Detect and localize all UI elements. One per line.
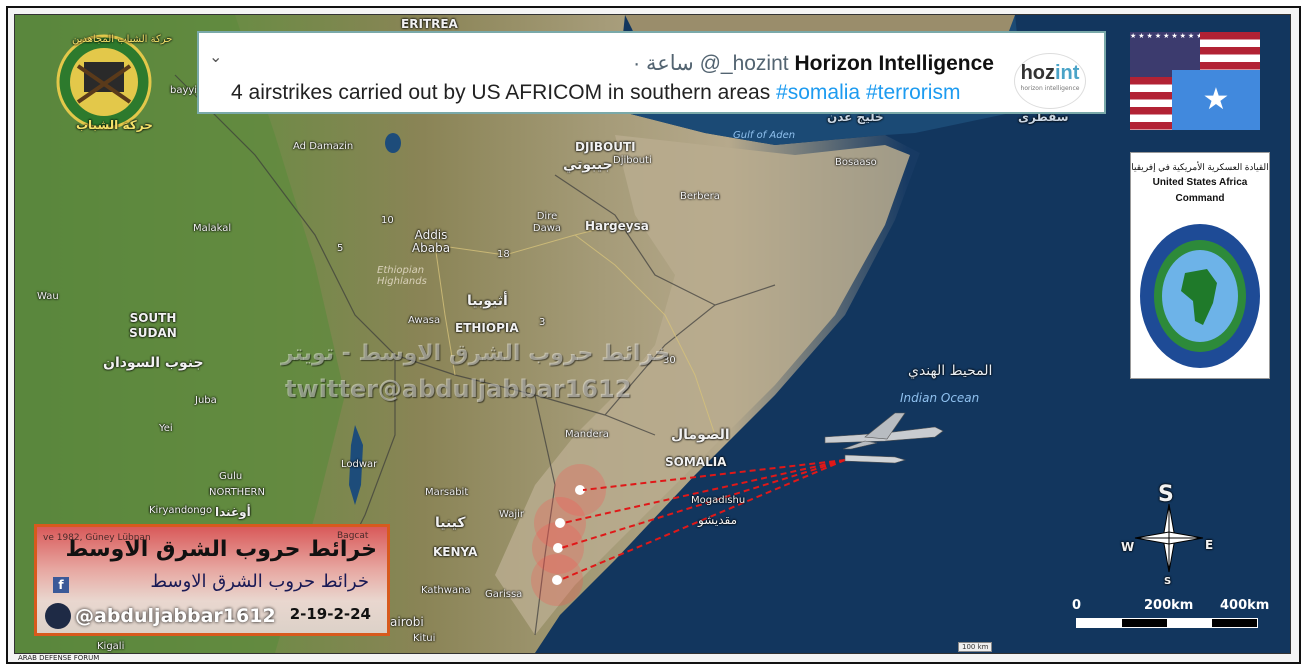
banner-handle[interactable]: @abduljabbar1612 bbox=[75, 605, 276, 627]
flags-group: ★★★★★★★★★★★★★★★★★★★★★★★★★★★★★★★★ ★ bbox=[1130, 32, 1260, 130]
label-ad-damazin: Ad Damazin bbox=[293, 141, 354, 152]
label-addis-ababa: Addis Ababa bbox=[411, 228, 451, 255]
label-marsabit: Marsabit bbox=[425, 487, 469, 498]
banner-arabic-1: خرائط حروب الشرق الاوسط bbox=[65, 537, 377, 562]
label-indian-ocean-ar: المحيط الهندي bbox=[908, 363, 993, 379]
label-road-5: 5 bbox=[337, 243, 344, 254]
scale-mid: 200km bbox=[1144, 598, 1194, 613]
compass-west: W bbox=[1121, 540, 1135, 554]
label-juba: Juba bbox=[195, 395, 217, 406]
footer-credit: ARAB DEFENSE FORUM bbox=[18, 654, 100, 662]
label-road-3: 3 bbox=[539, 317, 546, 328]
author-banner: ve 1982, Güney Lübnan Bagcat خرائط حروب … bbox=[34, 524, 390, 636]
compass-north: S bbox=[1158, 482, 1174, 507]
label-mogadishu: Mogadishu bbox=[691, 495, 746, 506]
banner-arabic-2: خرائط حروب الشرق الاوسط bbox=[150, 571, 369, 592]
label-garissa: Garissa bbox=[485, 589, 523, 600]
strike-point bbox=[555, 518, 565, 528]
compass-south: S bbox=[1164, 576, 1172, 587]
label-malakal: Malakal bbox=[193, 223, 232, 234]
somalia-flag: ★ bbox=[1172, 70, 1260, 130]
label-nairobi: airobi bbox=[390, 615, 424, 629]
label-road-18: 18 bbox=[497, 249, 510, 260]
label-kigali: Kigali bbox=[97, 641, 125, 652]
label-gulf-of-aden: Gulf of Aden bbox=[733, 130, 796, 141]
hashtag-terrorism[interactable]: #terrorism bbox=[866, 81, 961, 104]
compass-rose: S S E W bbox=[1115, 482, 1223, 588]
africom-emblem: القيادة العسكرية الأمريكية في إفريقيا Un… bbox=[1130, 152, 1270, 379]
facebook-icon[interactable]: f bbox=[53, 577, 69, 593]
africom-title-2: Command bbox=[1175, 193, 1225, 204]
tweet-handle[interactable]: @_hozint bbox=[700, 52, 789, 75]
chevron-down-icon[interactable]: ⌄ bbox=[209, 47, 222, 66]
label-bosaaso: Bosaaso bbox=[835, 157, 877, 168]
africom-arabic-title: القيادة العسكرية الأمريكية في إفريقيا bbox=[1131, 162, 1269, 172]
watermark-arabic: خرائط حروب الشرق الاوسط - تويتر bbox=[281, 341, 670, 366]
label-berbera: Berbera bbox=[680, 191, 720, 202]
label-ethiopia: ETHIOPIA bbox=[455, 321, 519, 335]
hozint-logo-sub: horizon intelligence bbox=[1020, 85, 1080, 92]
tweet-body: 4 airstrikes carried out by US AFRICOM i… bbox=[231, 81, 771, 104]
label-gulu: Gulu bbox=[219, 471, 243, 482]
label-northern: NORTHERN bbox=[209, 487, 265, 498]
strike-point bbox=[552, 575, 562, 585]
label-ethiopia-ar: أثيوبيا bbox=[467, 293, 508, 309]
label-mandera: Mandera bbox=[565, 429, 609, 440]
label-djibouti: DJIBOUTI bbox=[575, 140, 636, 154]
label-indian-ocean: Indian Ocean bbox=[900, 391, 980, 405]
label-kathwana: Kathwana bbox=[421, 585, 471, 596]
label-road-10: 10 bbox=[381, 215, 394, 226]
africom-seal bbox=[1137, 221, 1263, 371]
tweet-text: 4 airstrikes carried out by US AFRICOM i… bbox=[231, 81, 960, 105]
label-kiryandongo: Kiryandongo bbox=[149, 505, 213, 516]
label-wau: Wau bbox=[37, 291, 59, 302]
tweet-card: ⌄ · ساعة @_hozint Horizon Intelligence 4… bbox=[197, 31, 1106, 114]
label-hargeysa: Hargeysa bbox=[585, 219, 649, 233]
label-mogadishu-ar: مقديشو bbox=[698, 513, 738, 527]
label-kitui: Kitui bbox=[413, 633, 436, 644]
al-shabaab-bottom-text: حركة الشباب bbox=[76, 118, 153, 132]
scale-bar: 0 200km 400km bbox=[1068, 598, 1270, 634]
label-kenya-ar: كينيا bbox=[435, 515, 466, 531]
mini-scale: 100 km bbox=[958, 642, 993, 652]
label-kenya: KENYA bbox=[433, 545, 478, 559]
label-uganda-ar: أوغندا bbox=[215, 505, 251, 519]
scale-end: 400km bbox=[1220, 598, 1270, 613]
tweet-header: · ساعة @_hozint Horizon Intelligence bbox=[633, 51, 994, 76]
label-wajir: Wajir bbox=[499, 509, 525, 520]
label-djibouti-city: Djibouti bbox=[613, 155, 652, 166]
al-shabaab-top-text: حركة الشباب المجاهدين bbox=[72, 34, 173, 45]
scale-bar-graphic bbox=[1076, 618, 1258, 628]
hashtag-somalia[interactable]: #somalia bbox=[776, 81, 860, 104]
hozint-logo-b: int bbox=[1055, 62, 1080, 84]
banner-date: 2-19-2-24 bbox=[289, 605, 371, 623]
label-somalia: SOMALIA bbox=[665, 455, 727, 469]
label-ethiopian-highlands: Ethiopian Highlands bbox=[377, 265, 427, 287]
compass-east: E bbox=[1205, 538, 1214, 552]
watermark-twitter: twitter@abduljabbar1612 bbox=[285, 375, 632, 403]
hozint-avatar[interactable]: hozint horizon intelligence bbox=[1014, 53, 1086, 109]
tweet-author-name[interactable]: Horizon Intelligence bbox=[794, 52, 994, 75]
label-south-sudan-ar: جنوب السودان bbox=[103, 355, 204, 371]
tweet-time: · ساعة bbox=[633, 52, 694, 75]
africom-title-1: United States Africa bbox=[1152, 177, 1248, 188]
label-south-sudan: SOUTH SUDAN bbox=[129, 311, 177, 340]
label-eritrea: ERITREA bbox=[401, 17, 458, 31]
label-somalia-ar: الصومال bbox=[671, 427, 730, 443]
al-shabaab-logo: حركة الشباب المجاهدين حركة الشباب bbox=[54, 32, 172, 144]
label-djibouti-ar: جيبوتي bbox=[563, 157, 613, 173]
strike-point bbox=[553, 543, 563, 553]
lake-tana bbox=[385, 133, 401, 153]
label-yei: Yei bbox=[159, 423, 173, 434]
shield-icon bbox=[45, 603, 71, 629]
label-awasa: Awasa bbox=[408, 315, 441, 326]
label-lodwar: Lodwar bbox=[341, 459, 378, 470]
scale-zero: 0 bbox=[1072, 598, 1082, 613]
label-dire-dawa: Dire Dawa bbox=[532, 211, 562, 234]
hozint-logo-a: hoz bbox=[1020, 62, 1055, 84]
